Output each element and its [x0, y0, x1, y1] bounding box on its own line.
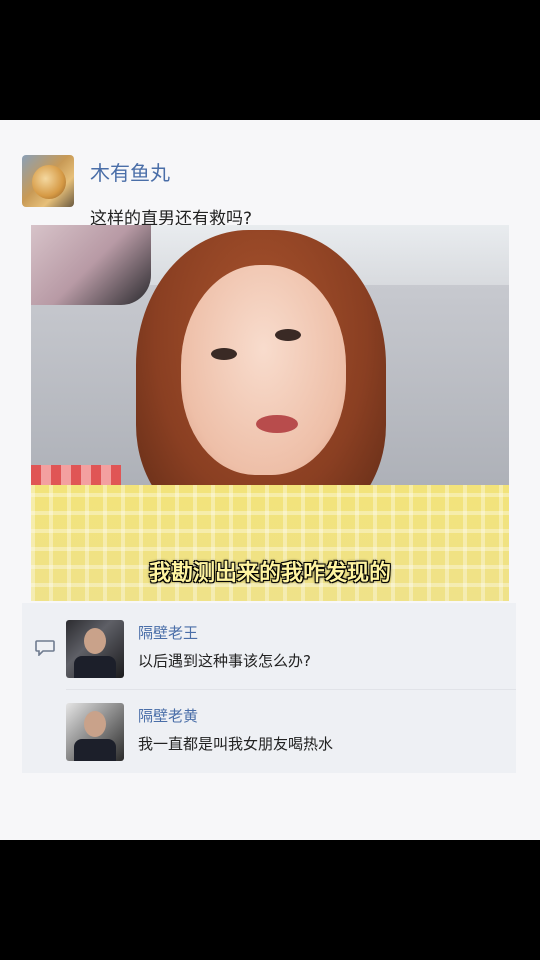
commenter-name[interactable]: 隔壁老黄	[138, 705, 198, 726]
commenter-suit	[74, 656, 116, 678]
comment-item: 隔壁老王 以后遇到这种事该怎么办?	[66, 620, 506, 680]
comment-item: 隔壁老黄 我一直都是叫我女朋友喝热水	[66, 703, 506, 763]
comment-bubble-icon[interactable]	[35, 640, 55, 656]
mouth	[256, 415, 298, 433]
face	[181, 265, 346, 475]
post-header: 木有鱼丸	[22, 155, 522, 207]
bag	[31, 225, 151, 305]
commenter-head	[84, 711, 106, 737]
commenter-suit	[74, 739, 116, 761]
comments-section: 隔壁老王 以后遇到这种事该怎么办? 隔壁老黄 我一直都是叫我女朋友喝热水	[22, 603, 516, 773]
avatar[interactable]	[22, 155, 74, 207]
post-video[interactable]: 我勘测出来的我咋发现的	[31, 225, 509, 601]
left-eye	[211, 348, 237, 360]
post-author-name[interactable]: 木有鱼丸	[90, 157, 170, 186]
comment-text: 我一直都是叫我女朋友喝热水	[138, 735, 334, 753]
commenter-head	[84, 628, 106, 654]
comment-divider	[66, 689, 516, 690]
commenter-name[interactable]: 隔壁老王	[138, 622, 198, 643]
commenter-avatar[interactable]	[66, 703, 124, 761]
comment-text: 以后遇到这种事该怎么办?	[138, 652, 311, 670]
post-card: 木有鱼丸 这样的直男还有救吗? 我勘测出来的我咋发现的 隔壁老王 以后遇到这种事…	[0, 120, 540, 840]
video-caption: 我勘测出来的我咋发现的	[148, 561, 391, 586]
commenter-avatar[interactable]	[66, 620, 124, 678]
right-eye	[275, 329, 301, 341]
dog-avatar-image	[32, 165, 66, 199]
